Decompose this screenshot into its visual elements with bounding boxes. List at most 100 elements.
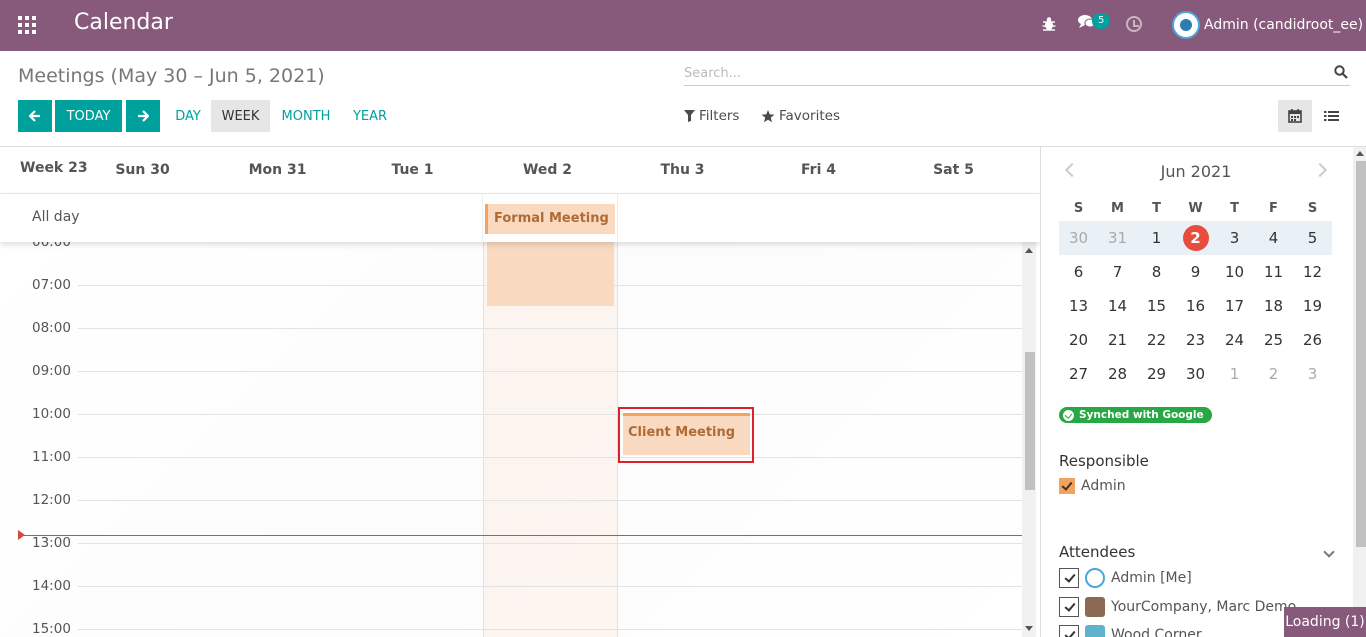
mini-day[interactable]: 4 bbox=[1254, 221, 1293, 255]
day-header-wed[interactable]: Wed 2 bbox=[480, 147, 615, 193]
day-header-sat[interactable]: Sat 5 bbox=[886, 147, 1021, 193]
mini-day[interactable]: 13 bbox=[1059, 289, 1098, 323]
chevron-down-icon[interactable] bbox=[1323, 546, 1335, 558]
day-header-sun[interactable]: Sun 30 bbox=[75, 147, 210, 193]
mini-day[interactable]: 19 bbox=[1293, 289, 1332, 323]
mini-day[interactable]: 22 bbox=[1137, 323, 1176, 357]
checkbox-checked-icon[interactable] bbox=[1059, 625, 1079, 637]
mini-day[interactable]: 2 bbox=[1254, 357, 1293, 391]
mini-day[interactable]: 9 bbox=[1176, 255, 1215, 289]
hour-label: 14:00 bbox=[32, 578, 71, 594]
day-header-tue[interactable]: Tue 1 bbox=[345, 147, 480, 193]
user-avatar[interactable] bbox=[1172, 11, 1200, 39]
search-bar bbox=[684, 60, 1350, 86]
google-sync-badge[interactable]: Synched with Google bbox=[1059, 407, 1212, 423]
mini-day[interactable]: 10 bbox=[1215, 255, 1254, 289]
search-input[interactable] bbox=[684, 62, 1324, 84]
scale-month-button[interactable]: MONTH bbox=[276, 100, 336, 132]
event-formal-meeting-block[interactable] bbox=[487, 242, 614, 306]
mini-day[interactable]: 27 bbox=[1059, 357, 1098, 391]
mini-day[interactable]: 30 bbox=[1176, 357, 1215, 391]
mini-day[interactable]: 18 bbox=[1254, 289, 1293, 323]
mini-day[interactable]: 20 bbox=[1059, 323, 1098, 357]
event-formal-meeting-allday[interactable]: Formal Meeting bbox=[485, 204, 615, 234]
responsible-title: Responsible bbox=[1059, 452, 1149, 470]
dow-label: S bbox=[1307, 200, 1318, 216]
mini-day[interactable]: 15 bbox=[1137, 289, 1176, 323]
day-header-fri[interactable]: Fri 4 bbox=[751, 147, 886, 193]
scroll-up-icon[interactable] bbox=[1025, 248, 1033, 253]
day-header-mon[interactable]: Mon 31 bbox=[210, 147, 345, 193]
mini-day[interactable]: 3 bbox=[1215, 221, 1254, 255]
previous-button[interactable] bbox=[18, 100, 52, 132]
mini-day[interactable]: 14 bbox=[1098, 289, 1137, 323]
attendee-filter-wood-corner[interactable]: Wood Corner bbox=[1059, 625, 1202, 637]
activity-clock-icon[interactable] bbox=[1126, 16, 1142, 32]
checkbox-checked-icon[interactable] bbox=[1059, 568, 1079, 588]
mini-day[interactable]: 24 bbox=[1215, 323, 1254, 357]
current-time-line bbox=[20, 535, 1022, 536]
attendee-filter-admin[interactable]: Admin [Me] bbox=[1059, 568, 1192, 588]
mini-day[interactable]: 5 bbox=[1293, 221, 1332, 255]
scale-week-button[interactable]: WEEK bbox=[211, 100, 270, 132]
day-header-thu[interactable]: Thu 3 bbox=[615, 147, 750, 193]
mini-day-today[interactable]: 2 bbox=[1176, 221, 1215, 255]
mini-day[interactable]: 1 bbox=[1215, 357, 1254, 391]
mini-day[interactable]: 6 bbox=[1059, 255, 1098, 289]
calendar-view-button[interactable] bbox=[1278, 100, 1312, 132]
hour-label: 08:00 bbox=[32, 320, 71, 336]
all-day-row[interactable]: All day Formal Meeting bbox=[0, 193, 1040, 243]
attendee-avatar bbox=[1085, 568, 1105, 588]
star-icon bbox=[761, 109, 775, 122]
apps-menu-icon[interactable] bbox=[18, 16, 36, 34]
scrollbar-thumb[interactable] bbox=[1025, 352, 1035, 490]
dow-label: F bbox=[1269, 200, 1278, 216]
debug-bug-icon[interactable] bbox=[1042, 16, 1056, 36]
search-icon[interactable] bbox=[1334, 65, 1348, 79]
favorites-dropdown[interactable]: Favorites bbox=[761, 108, 840, 124]
event-client-meeting[interactable]: Client Meeting bbox=[623, 413, 750, 455]
time-grid[interactable]: 06:00 07:00 08:00 09:00 10:00 11:00 12:0… bbox=[0, 242, 1022, 637]
mini-day[interactable]: 16 bbox=[1176, 289, 1215, 323]
checkbox-checked-icon[interactable] bbox=[1059, 597, 1079, 617]
calendar-scrollbar[interactable] bbox=[1022, 242, 1036, 637]
dow-label: M bbox=[1111, 200, 1124, 216]
mini-day[interactable]: 3 bbox=[1293, 357, 1332, 391]
scale-year-button[interactable]: YEAR bbox=[348, 100, 392, 132]
mini-day[interactable]: 21 bbox=[1098, 323, 1137, 357]
mini-calendar: S M T W T F S 30 31 1 2 3 4 5 6 7 8 9 10… bbox=[1059, 195, 1333, 391]
next-button[interactable] bbox=[126, 100, 160, 132]
sidebar-scrollbar[interactable] bbox=[1353, 147, 1366, 637]
mini-day[interactable]: 11 bbox=[1254, 255, 1293, 289]
scroll-up-icon[interactable] bbox=[1356, 151, 1364, 156]
attendee-filter-marc[interactable]: YourCompany, Marc Demo bbox=[1059, 597, 1296, 617]
mini-day[interactable]: 12 bbox=[1293, 255, 1332, 289]
user-menu-name[interactable]: Admin (candidroot_ee) bbox=[1204, 17, 1363, 33]
mini-day[interactable]: 30 bbox=[1059, 221, 1098, 255]
mini-day[interactable]: 17 bbox=[1215, 289, 1254, 323]
attendee-avatar bbox=[1085, 625, 1105, 637]
mini-day[interactable]: 31 bbox=[1098, 221, 1137, 255]
mini-day[interactable]: 28 bbox=[1098, 357, 1137, 391]
checkbox-checked-icon[interactable] bbox=[1059, 478, 1075, 494]
scroll-down-icon[interactable] bbox=[1025, 626, 1033, 631]
mini-day[interactable]: 7 bbox=[1098, 255, 1137, 289]
scale-day-button[interactable]: DAY bbox=[170, 100, 206, 132]
mini-day[interactable]: 25 bbox=[1254, 323, 1293, 357]
today-button[interactable]: TODAY bbox=[55, 100, 122, 132]
scrollbar-thumb[interactable] bbox=[1356, 161, 1366, 547]
hour-label: 11:00 bbox=[32, 449, 71, 465]
mini-day[interactable]: 26 bbox=[1293, 323, 1332, 357]
filters-dropdown[interactable]: Filters bbox=[684, 108, 739, 124]
mini-day[interactable]: 29 bbox=[1137, 357, 1176, 391]
event-client-meeting-selected[interactable]: Client Meeting bbox=[618, 407, 754, 463]
list-view-button[interactable] bbox=[1314, 100, 1348, 132]
hour-line bbox=[78, 500, 1022, 501]
dow-label: T bbox=[1230, 200, 1239, 216]
mini-day[interactable]: 1 bbox=[1137, 221, 1176, 255]
responsible-filter-admin[interactable]: Admin bbox=[1059, 478, 1126, 494]
mini-day[interactable]: 8 bbox=[1137, 255, 1176, 289]
mini-day[interactable]: 23 bbox=[1176, 323, 1215, 357]
calendar-sidebar: Jun 2021 S M T W T F S 30 31 1 2 3 4 5 6… bbox=[1040, 146, 1366, 637]
hour-label: 09:00 bbox=[32, 363, 71, 379]
